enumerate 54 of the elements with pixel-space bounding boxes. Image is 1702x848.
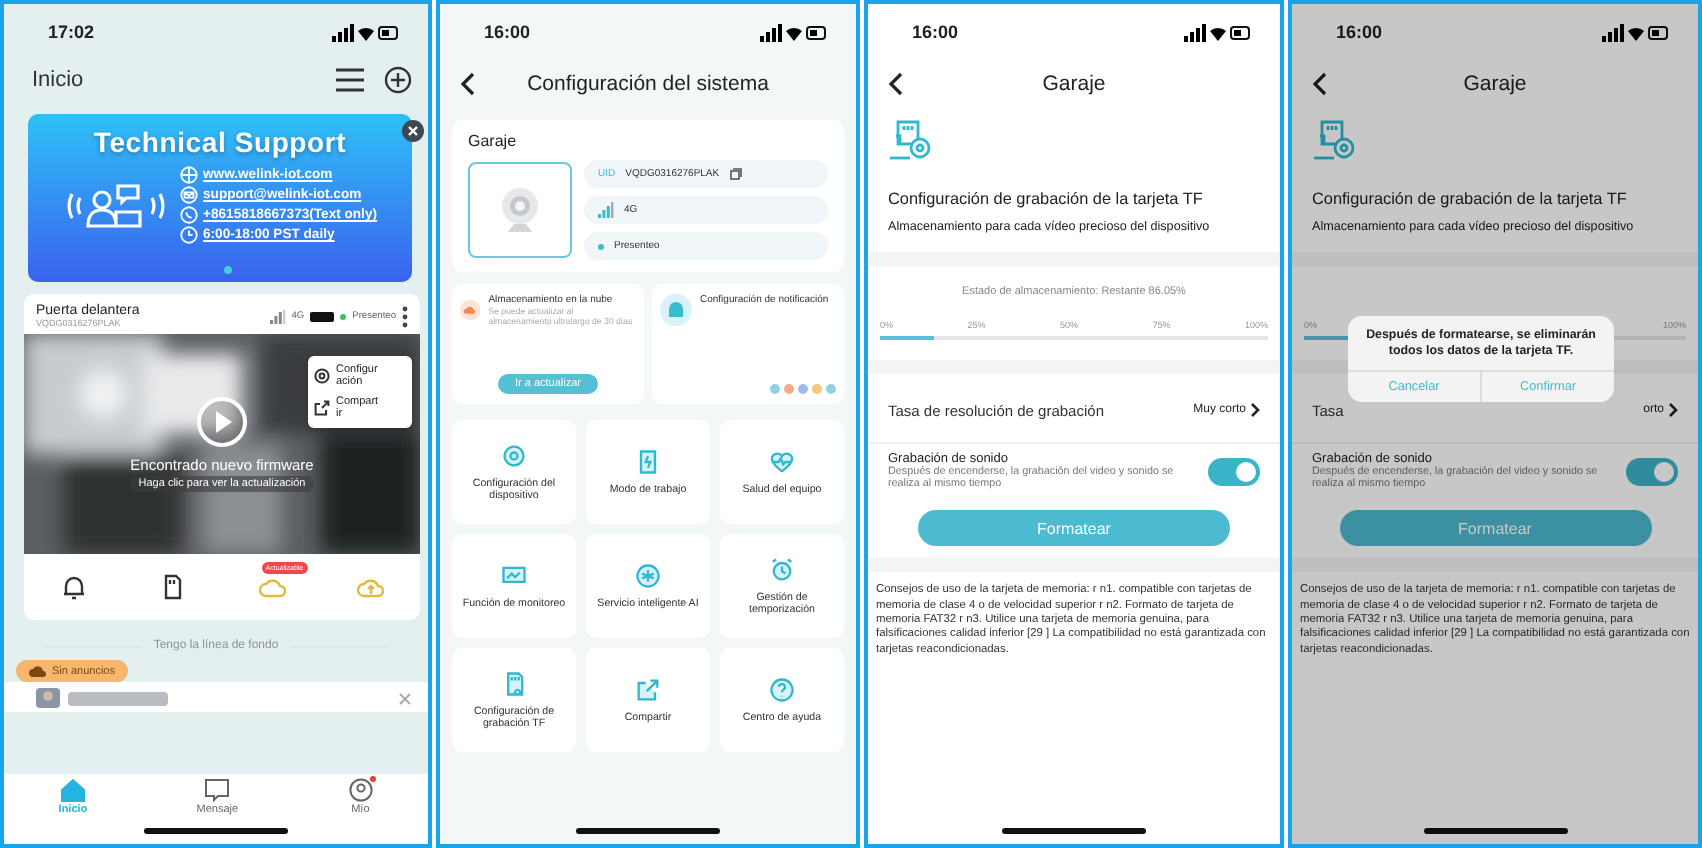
- cloud-icon: [460, 294, 481, 326]
- phone-icon: [634, 447, 662, 476]
- chevron-icon: [1250, 402, 1260, 419]
- share-icon: [634, 675, 662, 704]
- mail-icon: [179, 186, 198, 204]
- close-icon[interactable]: [402, 120, 424, 142]
- camera-icon: [498, 186, 542, 234]
- blurred-text: [68, 691, 168, 705]
- status-time: 17:02: [48, 22, 95, 42]
- bell-icon[interactable]: [59, 574, 88, 600]
- sd-card-icon: [1312, 120, 1356, 160]
- page-title: Garaje: [1040, 72, 1108, 96]
- device-name: Garaje: [468, 132, 519, 150]
- status-time: 16:00: [912, 22, 959, 42]
- help-icon: [768, 675, 796, 704]
- home-icon: [59, 778, 86, 802]
- status-icons: [1184, 23, 1252, 41]
- chevron-icon: [1668, 402, 1678, 419]
- section-title: Configuración de grabación de la tarjeta TF: [888, 190, 1205, 211]
- share-icon: [314, 400, 330, 417]
- bell-icon: [660, 294, 692, 326]
- battery-icon: [310, 311, 335, 321]
- signal-icon: [598, 202, 614, 218]
- settings-icon: [314, 368, 330, 385]
- banner-title: Technical Support: [93, 126, 347, 158]
- back-icon[interactable]: [1312, 72, 1328, 96]
- more-icon[interactable]: [402, 305, 408, 327]
- list-icon[interactable]: [336, 68, 364, 92]
- page-title: Garaje: [1461, 72, 1529, 96]
- avatar: [36, 688, 60, 708]
- heart-icon: [768, 447, 796, 476]
- status-icons: [332, 23, 400, 41]
- profile-icon: [347, 778, 374, 802]
- alarm-clock-icon: [768, 555, 796, 584]
- back-icon[interactable]: [460, 72, 476, 96]
- message-icon: [204, 778, 231, 802]
- globe-icon: [179, 166, 198, 184]
- section-title: Configuración de grabación de la tarjeta TF: [1312, 190, 1629, 211]
- status-icons: [1602, 23, 1670, 41]
- status-time: 16:00: [1336, 22, 1383, 42]
- signal-icon: [269, 309, 286, 323]
- sound-toggle[interactable]: [1208, 457, 1260, 486]
- page-title: Configuración del sistema: [525, 72, 771, 96]
- add-icon[interactable]: [384, 66, 412, 94]
- status-time: 16:00: [484, 22, 531, 42]
- page-title: Inicio: [32, 68, 86, 92]
- back-icon[interactable]: [888, 72, 904, 96]
- play-icon[interactable]: [196, 396, 248, 448]
- cloud-icon: [28, 664, 46, 678]
- sound-toggle[interactable]: [1626, 457, 1678, 486]
- copy-icon[interactable]: [729, 168, 742, 180]
- sd-card-icon: [888, 120, 932, 160]
- clock-icon: [179, 226, 198, 244]
- status-icons: [760, 23, 828, 41]
